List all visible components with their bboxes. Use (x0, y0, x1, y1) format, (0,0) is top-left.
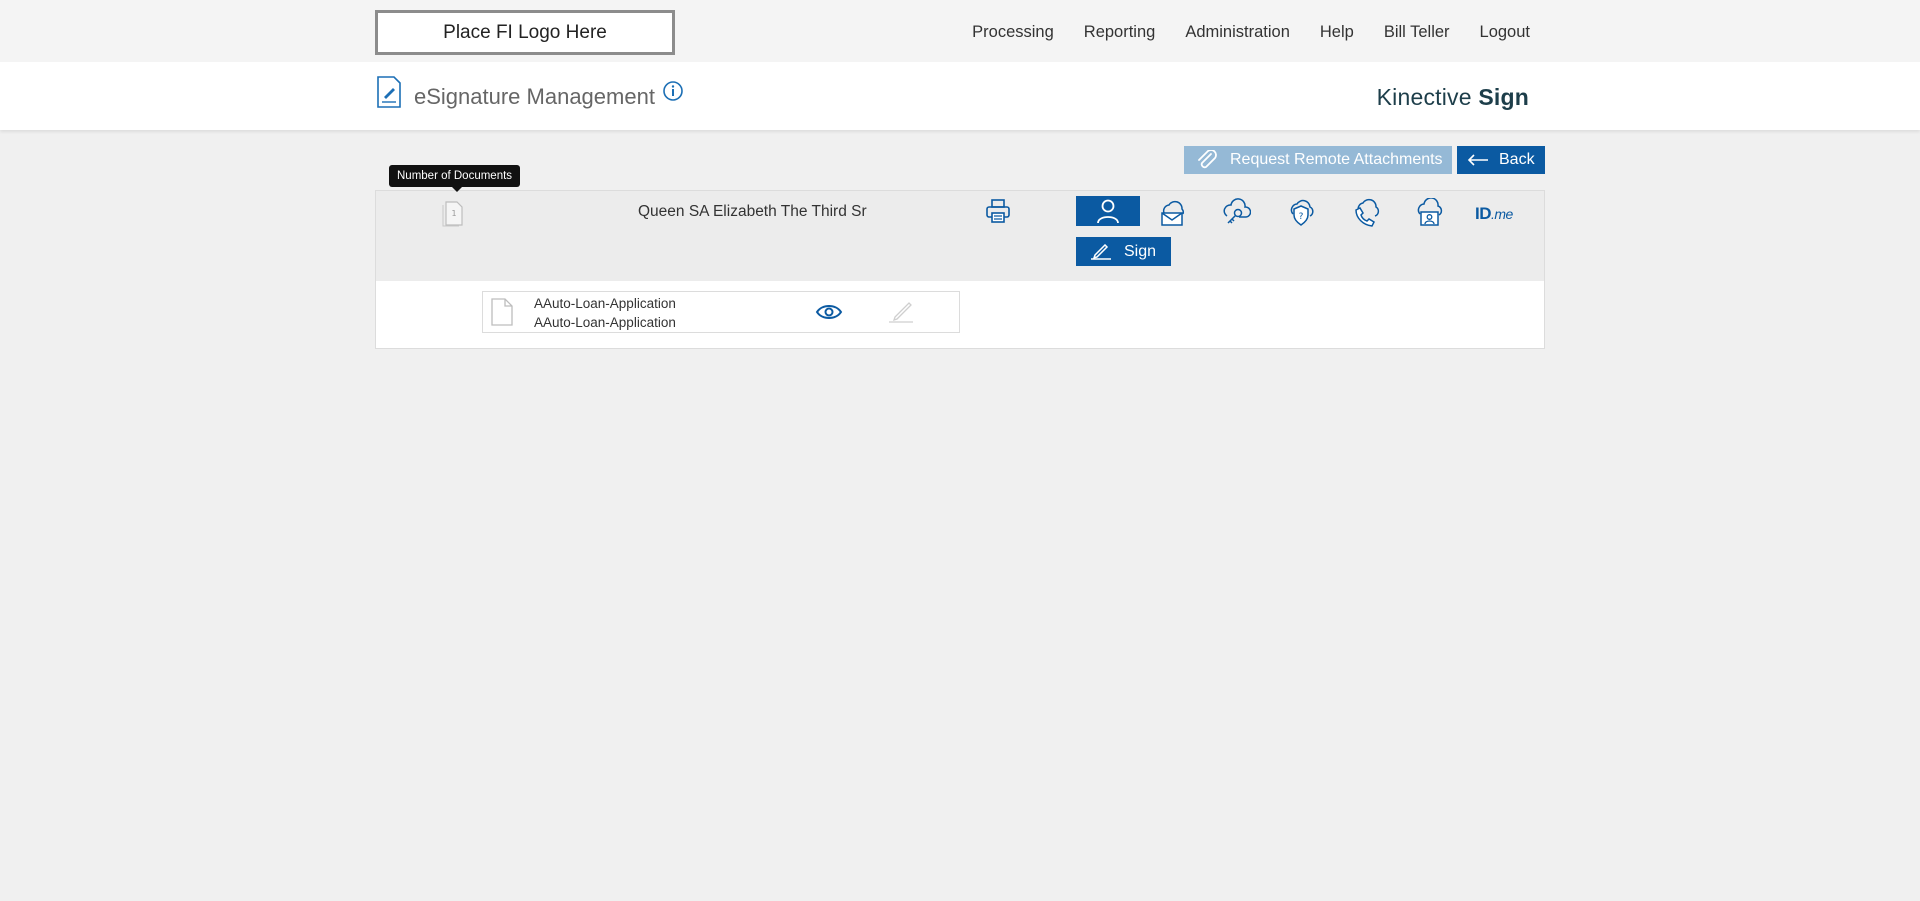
document-count: 1 (451, 209, 456, 218)
main-nav: Processing Reporting Administration Help… (942, 23, 1530, 42)
top-navigation-bar: Place FI Logo Here Processing Reporting … (0, 0, 1920, 62)
person-icon (1097, 199, 1119, 224)
document-count-icon: 1 (442, 201, 463, 227)
paperclip-icon (1198, 150, 1217, 169)
nav-help[interactable]: Help (1320, 23, 1354, 42)
page-title: eSignature Management (414, 84, 655, 109)
request-remote-attachments-label: Request Remote Attachments (1230, 151, 1443, 168)
nav-reporting[interactable]: Reporting (1084, 23, 1156, 42)
document-count-tooltip: Number of Documents (389, 165, 521, 192)
document-file-icon (491, 298, 513, 326)
brand-name: Kinective (1376, 84, 1472, 110)
pen-icon (1091, 243, 1111, 260)
esignature-document-icon (377, 76, 401, 108)
signer-name: Queen SA Elizabeth The Third Sr (638, 203, 867, 220)
back-button[interactable]: Back (1457, 146, 1545, 174)
sign-document-pen-icon[interactable] (886, 300, 916, 324)
cloud-email-icon[interactable] (1157, 198, 1187, 228)
back-label: Back (1499, 151, 1535, 168)
cloud-security-question-icon[interactable]: ? (1286, 198, 1316, 228)
info-icon[interactable] (662, 80, 684, 102)
idme-label: ID (1475, 204, 1492, 223)
nav-processing[interactable]: Processing (972, 23, 1054, 42)
sign-button[interactable]: Sign (1076, 237, 1171, 266)
arrow-left-icon (1467, 154, 1488, 166)
idme-label-suffix: .me (1491, 206, 1513, 222)
view-document-eye-icon[interactable] (815, 302, 843, 322)
printer-icon[interactable] (984, 197, 1012, 225)
fi-logo-placeholder: Place FI Logo Here (375, 10, 675, 55)
svg-text:?: ? (1299, 212, 1304, 222)
document-list-item: AAuto-Loan-Application AAuto-Loan-Applic… (482, 291, 960, 333)
idme-verification-button[interactable]: ID.me (1475, 204, 1513, 224)
cloud-phone-icon[interactable] (1350, 198, 1380, 228)
document-name-line-2: AAuto-Loan-Application (534, 315, 676, 330)
document-name-line-1: AAuto-Loan-Application (534, 296, 676, 311)
request-remote-attachments-button[interactable]: Request Remote Attachments (1184, 146, 1452, 174)
brand-name-bold: Sign (1478, 84, 1529, 110)
sign-label: Sign (1124, 242, 1157, 260)
nav-administration[interactable]: Administration (1185, 23, 1290, 42)
nav-logout[interactable]: Logout (1480, 23, 1530, 42)
product-brand: Kinective Sign (1377, 84, 1529, 111)
nav-user-menu[interactable]: Bill Teller (1384, 23, 1450, 42)
page-header: eSignature Management Kinective Sign (0, 62, 1920, 130)
in-person-auth-button[interactable] (1076, 196, 1140, 226)
document-name: AAuto-Loan-Application AAuto-Loan-Applic… (534, 294, 676, 332)
cloud-key-icon[interactable] (1221, 198, 1251, 228)
cloud-id-card-icon[interactable] (1414, 198, 1444, 228)
